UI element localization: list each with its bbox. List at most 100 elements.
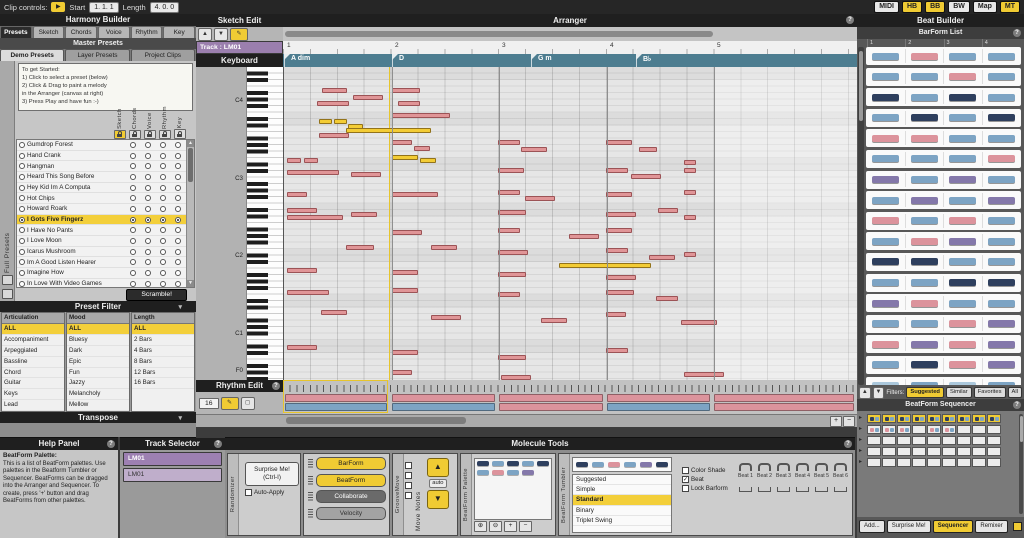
button-surprise-me-[interactable]: Surprise Me! <box>887 520 931 533</box>
filter-item[interactable]: Jazzy <box>67 378 129 389</box>
sequencer-cell[interactable] <box>927 436 941 445</box>
layer-button-velocity[interactable]: Velocity <box>316 507 386 520</box>
tab-rhythm[interactable]: Rhythm <box>131 26 163 38</box>
midi-note[interactable] <box>287 290 329 295</box>
sequencer-scrollbar[interactable] <box>1019 414 1023 514</box>
midi-note[interactable] <box>606 248 628 253</box>
button-add-[interactable]: Add... <box>859 520 885 533</box>
sequencer-cell[interactable] <box>912 458 926 467</box>
palette-swatch-button[interactable] <box>1013 522 1022 531</box>
preset-row[interactable]: Im A Good Listen Hearer <box>17 257 187 268</box>
drag-handle-icon[interactable] <box>308 492 313 501</box>
arranger-hscrollbar[interactable]: + − <box>196 414 857 427</box>
scrollbar-thumb[interactable] <box>859 51 863 121</box>
barform-item[interactable] <box>866 232 1021 250</box>
auto-apply-row[interactable]: Auto-Apply <box>245 489 300 496</box>
filter-item[interactable]: ALL <box>2 324 64 335</box>
beatform-glyph[interactable] <box>492 470 504 475</box>
filter-item[interactable]: Bassline <box>2 357 64 368</box>
chord-track[interactable]: A dimDG mB♭ <box>283 54 857 67</box>
sequencer-cell[interactable] <box>867 425 881 434</box>
midi-note[interactable] <box>420 158 436 163</box>
layer-radio[interactable] <box>130 153 136 159</box>
midi-note[interactable] <box>541 318 567 323</box>
filter-chip-favorites[interactable]: Favorites <box>974 387 1006 398</box>
midi-note[interactable] <box>321 310 347 315</box>
preset-radio[interactable] <box>19 163 25 169</box>
layer-radio[interactable] <box>145 206 151 212</box>
midi-note[interactable] <box>319 119 332 124</box>
midi-note[interactable] <box>498 140 520 145</box>
tumbler-checkbox-row[interactable]: Color Shade <box>682 467 732 474</box>
lock-button[interactable] <box>114 130 126 139</box>
preset-row[interactable]: Hangman <box>17 161 187 172</box>
sequencer-cell[interactable] <box>987 458 1001 467</box>
midi-note[interactable] <box>319 133 349 138</box>
help-icon[interactable] <box>1013 29 1021 37</box>
filter-item[interactable]: ALL <box>132 324 194 335</box>
octave-up-button[interactable]: ▲ <box>198 28 212 41</box>
sequencer-cell[interactable] <box>987 425 1001 434</box>
midi-note[interactable] <box>606 290 634 295</box>
midi-note[interactable] <box>631 174 661 179</box>
sequencer-cell[interactable] <box>972 458 986 467</box>
bracket-icon[interactable] <box>758 487 771 492</box>
length-value-field[interactable]: 4. 0. 0 <box>150 2 179 13</box>
layer-radio[interactable] <box>160 163 166 169</box>
filter-item[interactable]: Lead <box>2 400 64 411</box>
preset-radio[interactable] <box>19 227 25 233</box>
auto-apply-checkbox[interactable] <box>245 489 252 496</box>
midi-note[interactable] <box>639 147 657 152</box>
surprise-me-button[interactable]: Surprise Me! (Ctrl-I) <box>245 462 299 486</box>
layer-radio[interactable] <box>145 163 151 169</box>
layer-radio[interactable] <box>145 174 151 180</box>
preset-row[interactable]: Hand Crank <box>17 151 187 162</box>
palette-glyphs[interactable] <box>474 458 552 520</box>
preset-radio[interactable] <box>19 281 25 287</box>
barform-item[interactable] <box>866 212 1021 230</box>
preset-radio[interactable] <box>19 185 25 191</box>
sequencer-cell[interactable] <box>897 436 911 445</box>
midi-note[interactable] <box>606 140 632 145</box>
piano-keyboard[interactable] <box>247 67 284 380</box>
midi-note[interactable] <box>392 230 422 235</box>
scroll-up-icon[interactable]: ▲ <box>187 140 194 147</box>
subtab-layer-presets[interactable]: Layer Presets <box>65 49 129 61</box>
sequencer-cell[interactable] <box>942 425 956 434</box>
barform-item[interactable] <box>866 253 1021 271</box>
layer-radio[interactable] <box>160 281 166 287</box>
sequencer-cell[interactable] <box>912 436 926 445</box>
preset-radio[interactable] <box>19 142 25 148</box>
layer-radio[interactable] <box>175 217 181 223</box>
sequencer-cell[interactable] <box>972 425 986 434</box>
preset-row[interactable]: I Love Moon <box>17 236 187 247</box>
row-arrow-icon[interactable]: ▸ <box>859 458 866 467</box>
sequencer-cell[interactable] <box>942 414 956 423</box>
subtab-demo-presets[interactable]: Demo Presets <box>0 49 64 61</box>
layer-radio[interactable] <box>130 259 136 265</box>
midi-note[interactable] <box>287 192 307 197</box>
sequencer-cell[interactable] <box>972 436 986 445</box>
sequencer-cell[interactable] <box>897 447 911 456</box>
midi-note[interactable] <box>431 245 457 250</box>
rhythm-segment[interactable] <box>499 403 603 411</box>
layer-radio[interactable] <box>145 217 151 223</box>
filter-item[interactable]: Chord <box>2 368 64 379</box>
layer-radio[interactable] <box>160 259 166 265</box>
filter-item[interactable]: Dark <box>67 346 129 357</box>
sequencer-cell[interactable] <box>942 447 956 456</box>
midi-note[interactable] <box>287 170 339 175</box>
tumbler-icon[interactable] <box>834 463 847 471</box>
palette-remove-icon[interactable]: − <box>519 521 532 532</box>
midi-note[interactable] <box>658 208 678 213</box>
topbar-button-bw[interactable]: BW <box>948 1 970 13</box>
bracket-icon[interactable] <box>834 487 847 492</box>
scrollbar-thumb[interactable] <box>1020 416 1023 442</box>
midi-note[interactable] <box>351 172 381 177</box>
preset-radio[interactable] <box>19 153 25 159</box>
palette-zoom-out-icon[interactable]: ⊖ <box>489 521 502 532</box>
filter-item[interactable]: 4 Bars <box>132 346 194 357</box>
midi-note[interactable] <box>351 212 377 217</box>
drag-handle-icon[interactable] <box>308 476 313 485</box>
row-arrow-icon[interactable]: ▸ <box>859 425 866 434</box>
